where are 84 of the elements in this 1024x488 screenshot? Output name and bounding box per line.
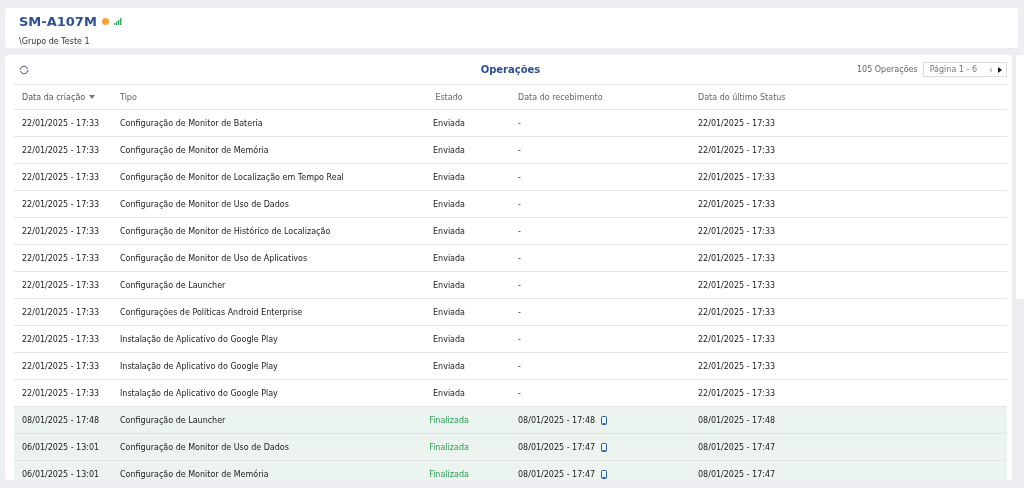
- table-cell-text: 22/01/2025 - 17:33: [698, 226, 777, 236]
- table-cell-text: Instalação de Aplicativo do Google Play: [120, 361, 279, 371]
- status-label: Enviada: [433, 361, 465, 371]
- table-cell: -: [518, 145, 521, 155]
- status-label: Finalizada: [429, 469, 469, 479]
- status-label: Enviada: [433, 118, 465, 128]
- table-cell-text: 22/01/2025 - 17:33: [22, 280, 101, 290]
- status-label: Enviada: [433, 172, 465, 182]
- table-title: Operações: [480, 64, 541, 75]
- table-row[interactable]: 08/01/2025 - 17:48 Configuração de Launcher Finalizada 08/01/2025 - 17:48 08/01/2025 - 17:48: [14, 407, 1007, 434]
- status-label: Enviada: [433, 199, 465, 209]
- table-cell-text: Instalação de Aplicativo do Google Play: [120, 388, 279, 398]
- table-cell: -: [518, 172, 521, 182]
- column-header[interactable]: Data do recebimento: [518, 92, 603, 102]
- table-cell-text: 22/01/2025 - 17:33: [698, 307, 777, 317]
- table-cell-text: Configuração de Monitor de Localização em Tempo Real: [120, 172, 345, 182]
- table-cell-text: 06/01/2025 - 13:01: [22, 442, 101, 452]
- table-cell-text: 08/01/2025 - 17:47: [698, 442, 777, 452]
- status-label: Enviada: [433, 280, 465, 290]
- table-cell: -: [518, 388, 521, 398]
- table-cell-text: 22/01/2025 - 17:33: [22, 172, 101, 182]
- status-label: Enviada: [433, 145, 465, 155]
- table-cell-text: 22/01/2025 - 17:33: [698, 172, 777, 182]
- table-cell-text: 08/01/2025 - 17:47: [698, 469, 777, 479]
- table-cell: 08/01/2025 - 17:47: [518, 469, 596, 479]
- table-cell-text: 22/01/2025 - 17:33: [22, 253, 101, 263]
- table-cell-text: 22/01/2025 - 17:33: [22, 145, 101, 155]
- status-label: Enviada: [433, 307, 465, 317]
- table-cell-text: 22/01/2025 - 17:33: [698, 145, 777, 155]
- table-cell-text: 08/01/2025 - 17:48: [22, 415, 101, 425]
- table-cell: -: [518, 361, 521, 371]
- table-cell-text: 22/01/2025 - 17:33: [698, 280, 777, 290]
- table-cell-text: 22/01/2025 - 17:33: [22, 199, 101, 209]
- table-cell-text: 22/01/2025 - 17:33: [698, 199, 777, 209]
- device-name: SM-A107M: [19, 14, 97, 29]
- status-label: Enviada: [433, 388, 465, 398]
- table-cell-text: Configuração de Monitor de Uso de Dados: [120, 442, 290, 452]
- status-label: Enviada: [433, 226, 465, 236]
- group-path: \Grupo de Teste 1: [19, 37, 90, 46]
- table-cell: -: [518, 280, 521, 290]
- column-header[interactable]: Data da criação: [22, 92, 86, 102]
- table-cell: -: [518, 253, 521, 263]
- table-cell-text: Configuração de Monitor de Uso de Aplicativos: [120, 253, 309, 263]
- page-label: Página 1 - 6: [929, 65, 977, 74]
- table-cell-text: Configuração de Monitor de Memória: [120, 145, 270, 155]
- table-cell-text: 22/01/2025 - 17:33: [22, 307, 101, 317]
- table-cell-text: Configuração de Launcher: [120, 415, 227, 425]
- table-cell-text: 22/01/2025 - 17:33: [22, 361, 101, 371]
- table-cell: -: [518, 334, 521, 344]
- operation-count: 105 Operações: [856, 65, 918, 74]
- table-row[interactable]: 06/01/2025 - 13:01 Configuração de Monitor de Uso de Dados Finalizada 08/01/2025 - 17:47 08/01/2025 - 17:47: [14, 434, 1007, 461]
- table-cell: -: [518, 226, 521, 236]
- column-header[interactable]: Data do último Status: [698, 92, 786, 102]
- status-label: Enviada: [433, 334, 465, 344]
- table-cell-text: 08/01/2025 - 17:48: [698, 415, 777, 425]
- table-cell: 08/01/2025 - 17:47: [518, 442, 596, 452]
- pagination-control[interactable]: Página 1 - 6: [922, 62, 1007, 77]
- table-cell: 08/01/2025 - 17:48: [518, 415, 596, 425]
- table-cell-text: 22/01/2025 - 17:33: [698, 253, 777, 263]
- table-cell-text: Instalação de Aplicativo do Google Play: [120, 334, 279, 344]
- table-cell-text: Configuração de Monitor de Histórico de Localização: [120, 226, 332, 236]
- status-label: Enviada: [433, 253, 465, 263]
- table-cell-text: 22/01/2025 - 17:33: [698, 361, 777, 371]
- status-label: Finalizada: [429, 415, 469, 425]
- table-cell-text: 22/01/2025 - 17:33: [698, 334, 777, 344]
- table-cell-text: 06/01/2025 - 13:01: [22, 469, 101, 479]
- table-cell-text: Configuração de Monitor de Memória: [120, 469, 270, 479]
- table-cell: -: [518, 307, 521, 317]
- status-label: Finalizada: [429, 442, 469, 452]
- table-cell-text: 22/01/2025 - 17:33: [22, 334, 101, 344]
- table-cell-text: Configuração de Monitor de Bateria: [120, 118, 264, 128]
- table-cell-text: 22/01/2025 - 17:33: [698, 388, 777, 398]
- table-cell-text: 22/01/2025 - 17:33: [698, 118, 777, 128]
- table-cell-text: Configuração de Monitor de Uso de Dados: [120, 199, 290, 209]
- table-cell-text: 22/01/2025 - 17:33: [22, 388, 101, 398]
- column-header[interactable]: Tipo: [120, 92, 137, 102]
- table-cell: -: [518, 199, 521, 209]
- table-cell: -: [518, 118, 521, 128]
- table-cell-text: Configurações de Políticas Android Enterprise: [120, 307, 304, 317]
- table-row[interactable]: 06/01/2025 - 13:01 Configuração de Monitor de Memória Finalizada 08/01/2025 - 17:47 08/01/2025 - 17:47: [14, 461, 1007, 480]
- column-header[interactable]: Estado: [435, 92, 463, 102]
- table-cell-text: 22/01/2025 - 17:33: [22, 118, 101, 128]
- table-cell-text: Configuração de Launcher: [120, 280, 227, 290]
- table-cell-text: 22/01/2025 - 17:33: [22, 226, 101, 236]
